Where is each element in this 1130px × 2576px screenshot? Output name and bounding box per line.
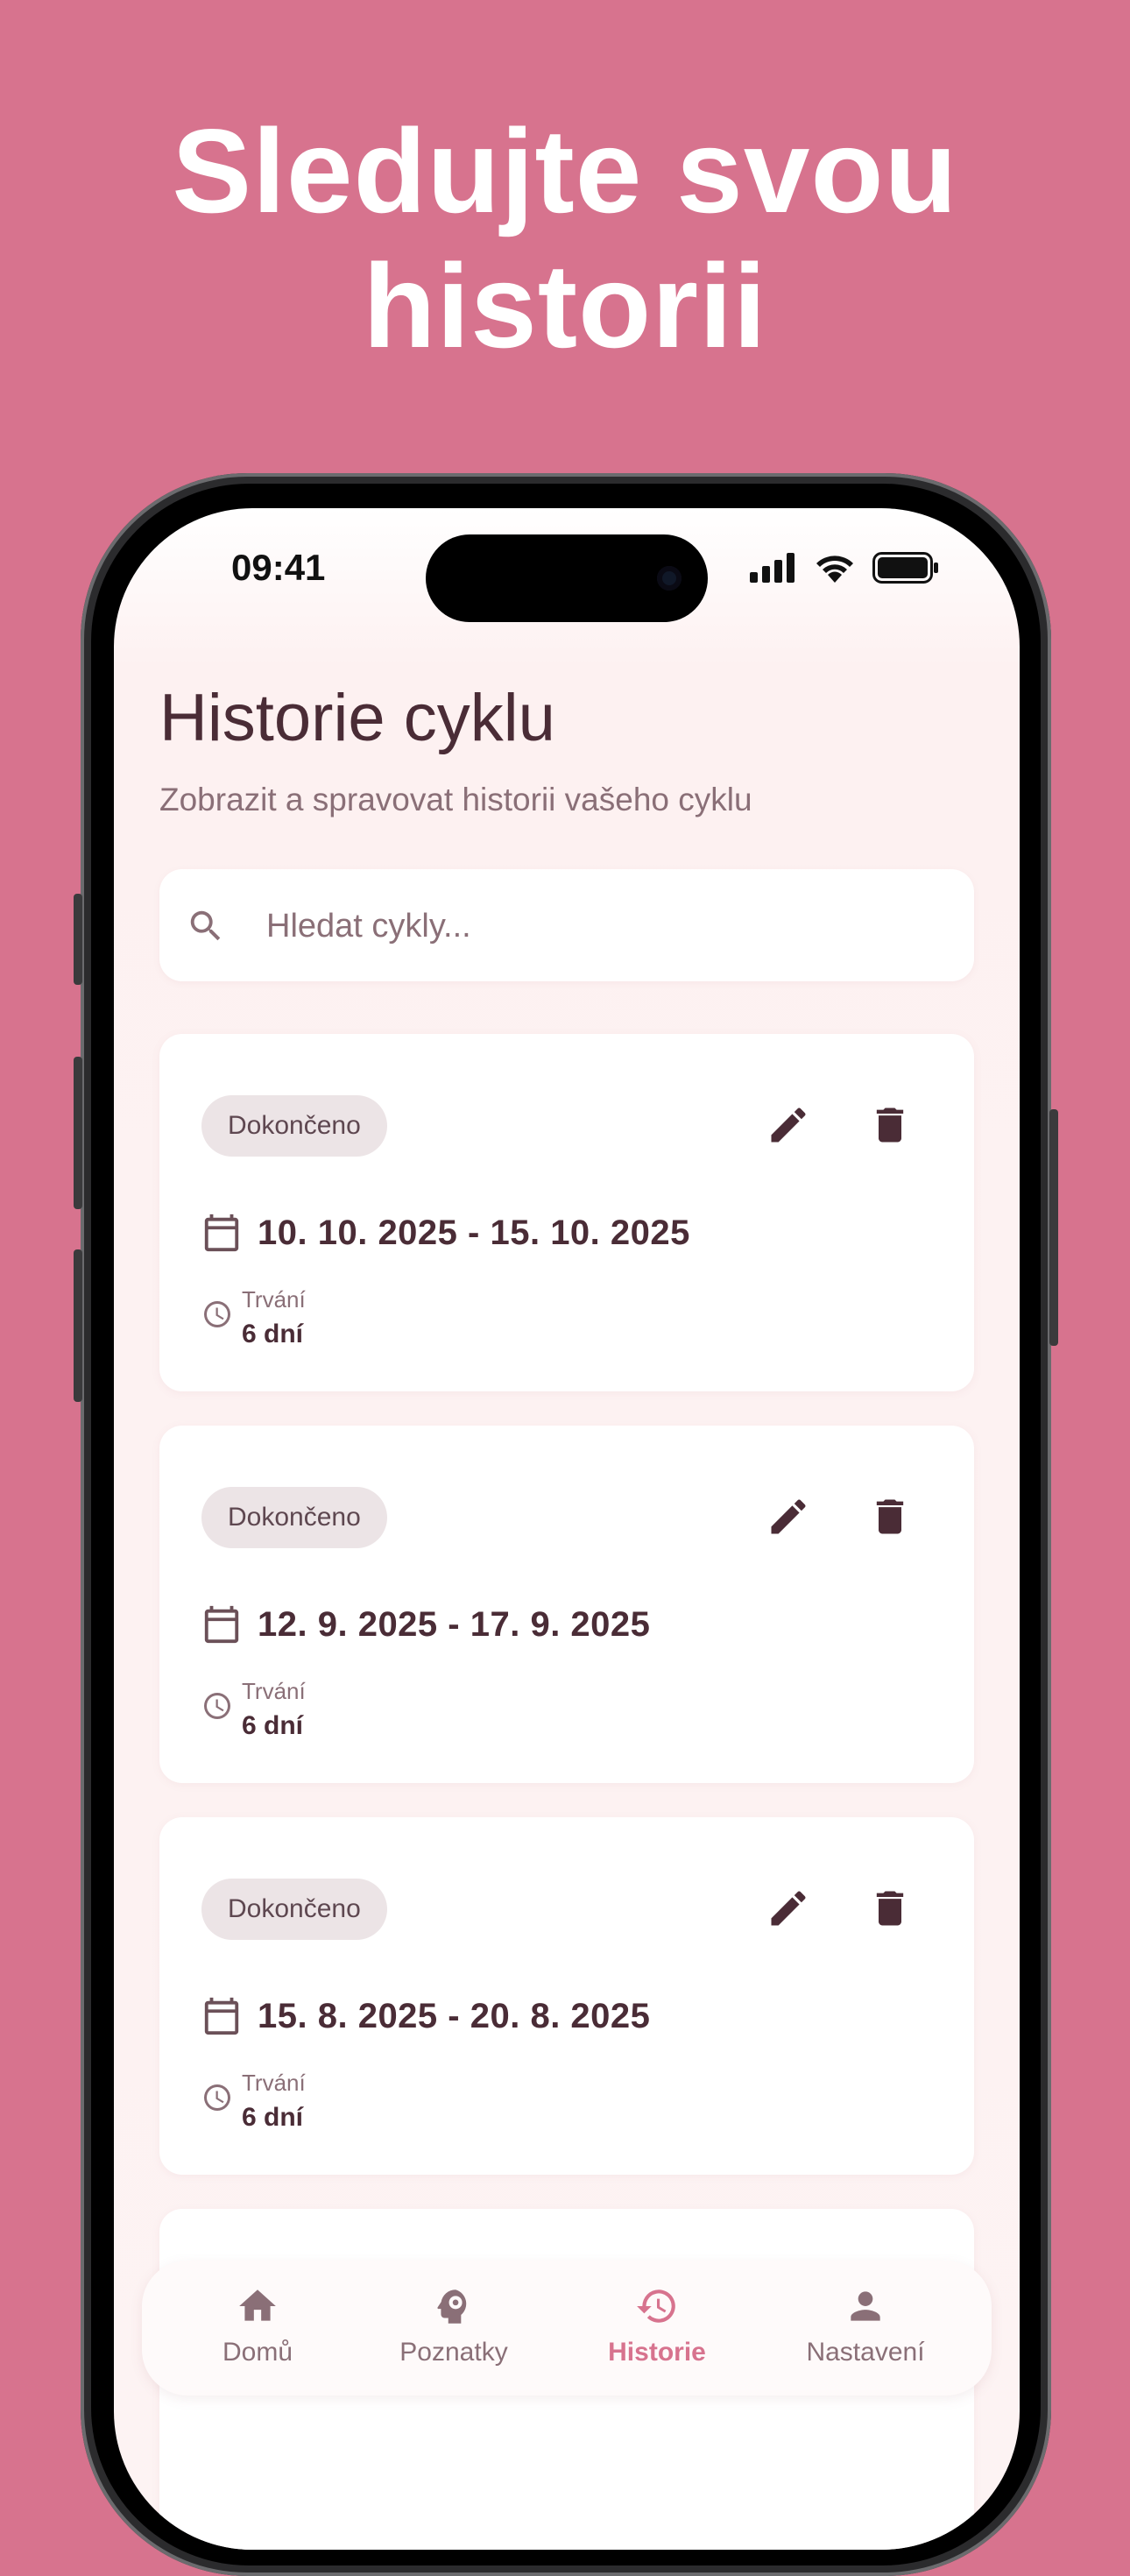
status-time: 09:41 [231,547,326,588]
duration-value: 6 dní [242,1320,304,1348]
dynamic-island [426,534,708,622]
phone-screen: 09:41 Historie cyklu Zobrazit a spravova… [114,508,1020,2550]
edit-icon[interactable] [766,1886,811,1931]
wifi-icon [816,556,853,583]
camera-icon [657,566,682,591]
headline-line-2: historii [363,239,767,372]
battery-icon [872,552,938,584]
bottom-nav: Domů Poznatky Historie Nastavení [142,2261,992,2396]
volume-down-button [74,1249,82,1402]
page-title: Historie cyklu [159,681,555,755]
delete-icon[interactable] [867,1102,913,1148]
duration-value: 6 dní [242,2103,304,2132]
date-range-row: 12. 9. 2025 - 17. 9. 2025 [201,1604,650,1645]
home-icon [239,2289,276,2321]
headline-line-1: Sledujte svou [172,104,958,237]
cellular-signal-icon [750,553,795,583]
nav-item-home[interactable]: Domů [152,2282,363,2367]
date-range: 10. 10. 2025 - 15. 10. 2025 [258,1213,690,1252]
date-range-row: 10. 10. 2025 - 15. 10. 2025 [201,1213,690,1253]
status-badge: Dokončeno [201,1095,387,1157]
status-badge: Dokončeno [201,1487,387,1548]
search-icon [190,910,221,941]
status-badge: Dokončeno [201,1879,387,1940]
insights-head-icon [437,2289,467,2324]
clock-icon [204,1301,230,1327]
search-bar[interactable] [159,869,974,981]
duration-label: Trvání [242,1678,306,1704]
page-subtitle: Zobrazit a spravovat historii vašeho cyk… [159,782,752,817]
nav-label: Historie [608,2338,706,2367]
power-button [1049,1109,1058,1346]
nav-label: Domů [222,2338,293,2367]
duration-value: 6 dní [242,1711,304,1740]
person-icon [851,2291,880,2321]
status-icons [750,552,939,584]
edit-icon[interactable] [766,1494,811,1539]
date-range: 15. 8. 2025 - 20. 8. 2025 [258,1996,651,2035]
duration-label: Trvání [242,2070,306,2096]
delete-icon[interactable] [867,1886,913,1931]
duration-label: Trvání [242,1286,306,1313]
nav-item-insights[interactable]: Poznatky [349,2282,559,2367]
history-icon [637,2289,675,2323]
calendar-icon [204,1997,239,2035]
volume-up-button [74,1057,82,1209]
date-range: 12. 9. 2025 - 17. 9. 2025 [258,1604,651,1644]
nav-label: Nastavení [806,2338,925,2367]
date-range-row: 15. 8. 2025 - 20. 8. 2025 [201,1996,650,2036]
cycle-card[interactable]: Dokončeno 10. 10. 2025 - 15. 10. 2025 Tr… [159,1034,974,1391]
nav-item-settings[interactable]: Nastavení [760,2282,971,2367]
calendar-icon [204,1214,239,1252]
cycle-card[interactable]: Dokončeno 12. 9. 2025 - 17. 9. 2025 Trvá… [159,1426,974,1783]
calendar-icon [204,1605,239,1644]
cycle-card[interactable]: Dokončeno 15. 8. 2025 - 20. 8. 2025 Trvá… [159,1817,974,2175]
action-button [74,894,82,985]
nav-label: Poznatky [399,2338,508,2367]
clock-icon [204,1693,230,1719]
nav-item-history[interactable]: Historie [552,2282,762,2367]
edit-icon[interactable] [766,1102,811,1148]
headline: Sledujte svou historii [0,103,1130,373]
clock-icon [204,2084,230,2111]
search-input[interactable] [265,895,951,957]
delete-icon[interactable] [867,1494,913,1539]
